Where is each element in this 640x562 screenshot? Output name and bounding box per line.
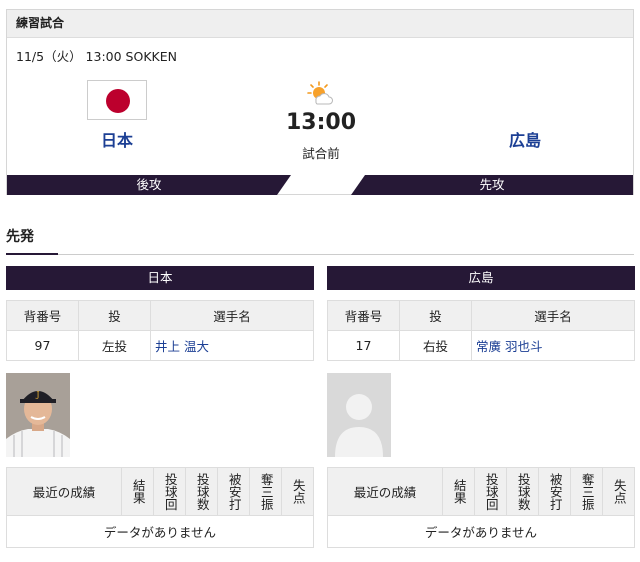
col-innings: 投球回	[162, 472, 178, 511]
home-team-band: 日本	[6, 266, 314, 290]
placeholder-avatar-icon[interactable]	[327, 373, 391, 457]
col-result: 結果	[451, 479, 467, 504]
col-result: 結果	[130, 479, 146, 504]
col-throw: 投	[399, 300, 472, 331]
col-hits: 被安打	[226, 472, 242, 511]
col-strikeouts: 奪三振	[258, 472, 274, 511]
empty-message: データがありません	[6, 515, 314, 548]
col-number: 背番号	[327, 300, 400, 331]
home-side-bar: 後攻	[7, 175, 291, 195]
col-hits: 被安打	[547, 472, 563, 511]
col-innings: 投球回	[483, 472, 499, 511]
pitcher-name-link[interactable]: 常廣 羽也斗	[471, 330, 635, 361]
away-pitcher-table: 背番号 投 選手名 17 右投 常廣 羽也斗	[327, 300, 635, 361]
col-number: 背番号	[6, 300, 79, 331]
col-name: 選手名	[471, 300, 635, 331]
home-starter-column: 日本 背番号 投 選手名 97 左投 井上 温大 J 最近の成績 結果 投球回 …	[6, 266, 314, 548]
pitcher-number: 97	[6, 330, 79, 361]
game-time: 13:00	[285, 110, 357, 135]
section-underline	[6, 253, 58, 255]
col-name: 選手名	[150, 300, 314, 331]
away-starter-column: 広島 背番号 投 選手名 17 右投 常廣 羽也斗 最近の成績 結果 投球回 投…	[327, 266, 635, 548]
pitcher-throw: 右投	[399, 330, 472, 361]
empty-message: データがありません	[327, 515, 635, 548]
away-side-bar: 先攻	[351, 175, 633, 195]
section-divider	[6, 254, 634, 255]
table-row: 97 左投 井上 温大	[6, 330, 314, 361]
away-recent-table: 最近の成績 結果 投球回 投球数 被安打 奪三振 失点 データがありません	[327, 467, 635, 548]
pitcher-number: 17	[327, 330, 400, 361]
away-team-band: 広島	[327, 266, 635, 290]
col-runs: 失点	[611, 479, 627, 504]
pitcher-throw: 左投	[78, 330, 151, 361]
home-team-link[interactable]: 日本	[67, 127, 167, 151]
recent-header: 最近の成績	[327, 467, 443, 516]
col-pitches: 投球数	[194, 472, 210, 511]
table-row: 17 右投 常廣 羽也斗	[327, 330, 635, 361]
col-pitches: 投球数	[515, 472, 531, 511]
section-title: 先発	[6, 229, 34, 245]
sun-cloud-icon	[307, 81, 333, 105]
japan-flag-icon	[87, 80, 147, 120]
home-recent-table: 最近の成績 結果 投球回 投球数 被安打 奪三振 失点 データがありません	[6, 467, 314, 548]
game-info: 11/5（火） 13:00 SOKKEN	[16, 49, 177, 64]
pitcher-photo[interactable]: J	[6, 373, 70, 457]
game-category: 練習試合	[7, 10, 633, 38]
away-team-link[interactable]: 広島	[475, 127, 575, 151]
col-strikeouts: 奪三振	[579, 472, 595, 511]
game-card: 練習試合 11/5（火） 13:00 SOKKEN 日本 13:00 試合前 広…	[6, 9, 634, 195]
col-throw: 投	[78, 300, 151, 331]
svg-text:J: J	[35, 390, 39, 399]
col-runs: 失点	[290, 479, 306, 504]
game-status: 試合前	[302, 146, 340, 161]
home-pitcher-table: 背番号 投 選手名 97 左投 井上 温大	[6, 300, 314, 361]
recent-header: 最近の成績	[6, 467, 122, 516]
pitcher-name-link[interactable]: 井上 温大	[150, 330, 314, 361]
